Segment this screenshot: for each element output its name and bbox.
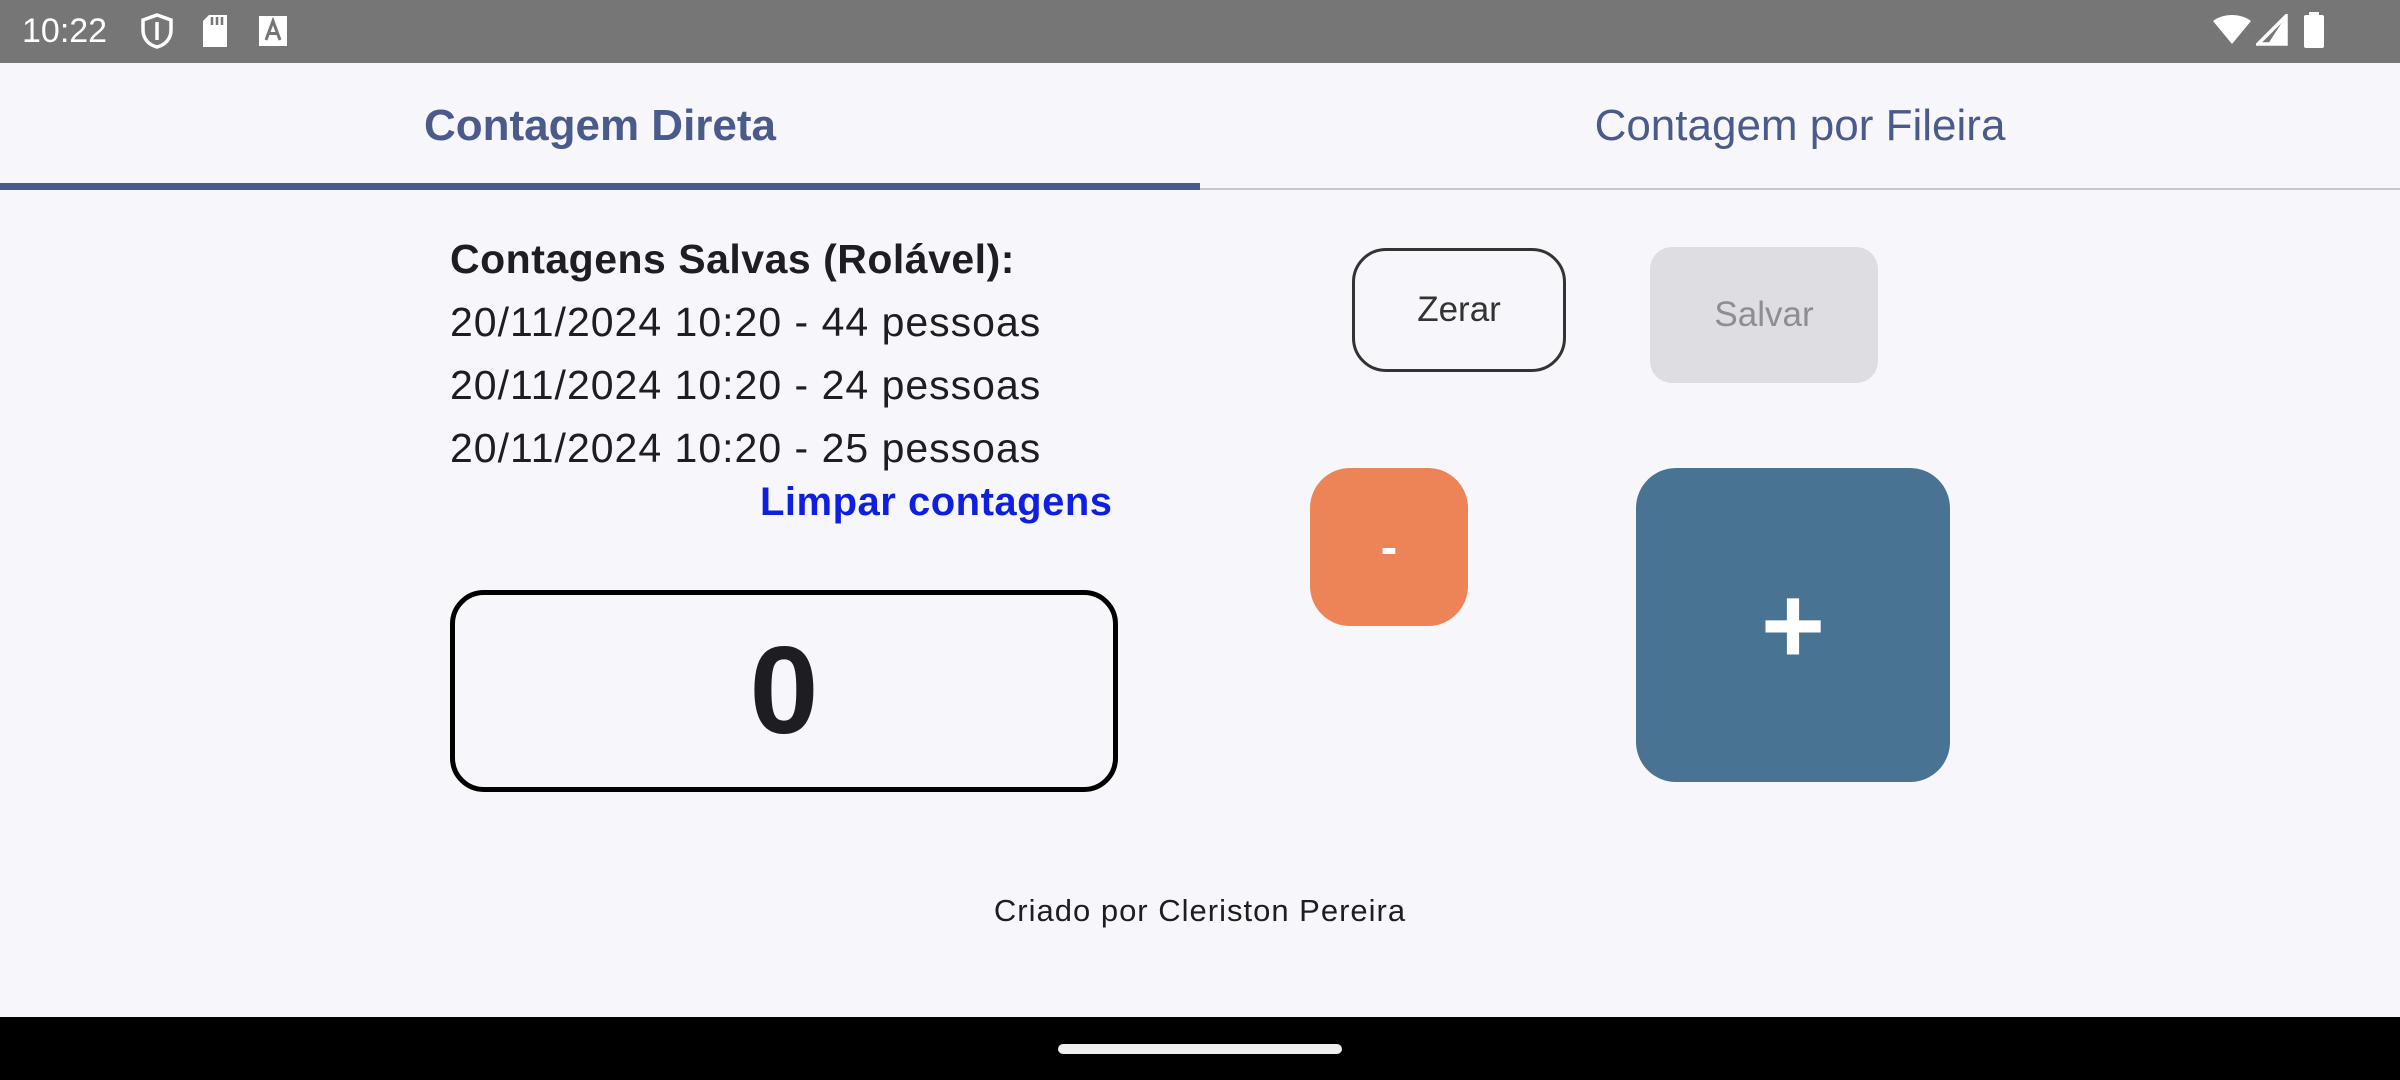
tab-contagem-direta[interactable]: Contagem Direta	[0, 63, 1200, 188]
saved-count-item: 20/11/2024 10:20 - 44 pessoas	[450, 299, 1042, 345]
clear-counts-link[interactable]: Limpar contagens	[760, 480, 1113, 525]
battery-icon	[2303, 12, 2325, 53]
saved-count-item: 20/11/2024 10:20 - 24 pessoas	[450, 362, 1042, 408]
sd-card-icon	[200, 13, 230, 54]
save-button[interactable]: Salvar	[1650, 247, 1878, 383]
tab-bar: Contagem Direta Contagem por Fileira	[0, 63, 2400, 190]
counter-display: 0	[450, 590, 1118, 792]
active-tab-indicator	[0, 183, 1200, 190]
status-bar: 10:22	[0, 0, 2400, 63]
navigation-bar	[0, 1017, 2400, 1080]
status-time: 10:22	[22, 12, 108, 50]
saved-counts-title: Contagens Salvas (Rolável):	[450, 236, 1015, 282]
increment-button[interactable]: +	[1636, 468, 1950, 782]
wifi-icon	[2212, 14, 2252, 51]
font-a-icon	[258, 15, 288, 52]
tab-contagem-por-fileira[interactable]: Contagem por Fileira	[1200, 63, 2400, 188]
shield-icon	[140, 13, 174, 54]
signal-icon	[2253, 11, 2288, 51]
home-gesture-handle[interactable]	[1058, 1044, 1342, 1054]
saved-count-item: 20/11/2024 10:20 - 25 pessoas	[450, 425, 1042, 471]
reset-button[interactable]: Zerar	[1352, 248, 1566, 372]
decrement-button[interactable]: -	[1310, 468, 1468, 626]
footer-credit: Criado por Cleriston Pereira	[993, 893, 1407, 928]
